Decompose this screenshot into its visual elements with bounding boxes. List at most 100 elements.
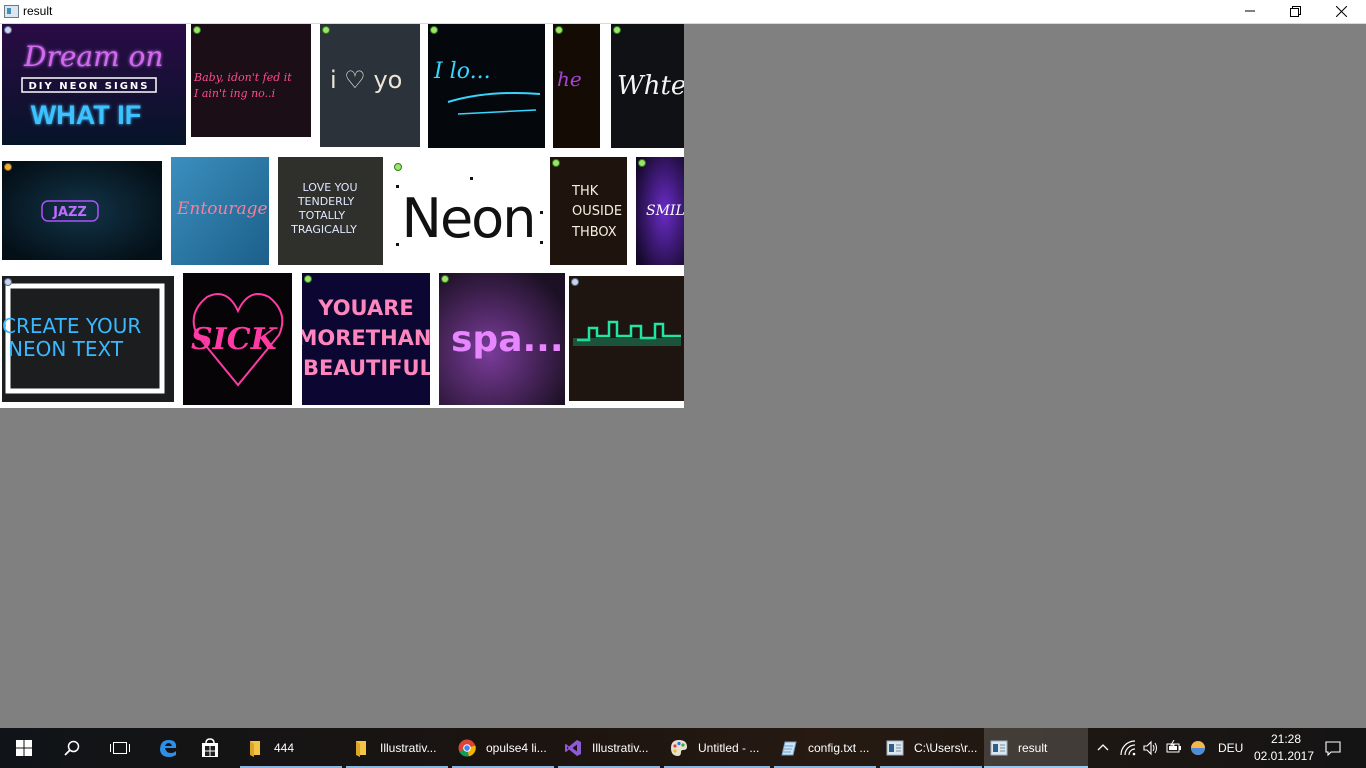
taskbar-task-444[interactable]: 444 xyxy=(240,728,342,768)
minimize-button[interactable] xyxy=(1227,0,1273,22)
tile-text: Baby, idon't fed it xyxy=(193,71,292,84)
thumbnail-neon-logo[interactable]: Neon xyxy=(392,161,544,265)
thumbnail-space[interactable]: spa... xyxy=(439,273,565,405)
tile-text: Dream on xyxy=(23,40,163,73)
taskbar-task-illustrativ-folder[interactable]: Illustrativ... xyxy=(346,728,448,768)
chevron-up-icon[interactable] xyxy=(1095,740,1111,756)
task-label: Untitled - ... xyxy=(698,741,760,755)
selection-marker xyxy=(571,278,579,286)
console-icon xyxy=(886,740,904,756)
thumbnail-beautiful[interactable]: YOUARE MORETHAN BEAUTIFUL xyxy=(302,273,430,405)
thumbnail-entourage[interactable]: Entourage xyxy=(171,157,269,265)
battery-icon[interactable] xyxy=(1166,740,1182,756)
task-label: Illustrativ... xyxy=(380,741,437,755)
task-label: result xyxy=(1018,741,1048,755)
restore-icon xyxy=(1289,5,1301,17)
start-button[interactable] xyxy=(0,728,48,768)
visual-studio-icon xyxy=(565,740,581,756)
selection-marker xyxy=(441,275,449,283)
restore-button[interactable] xyxy=(1272,0,1318,22)
thumbnail-jazz[interactable]: JAZZ xyxy=(2,161,162,260)
tile-text: SICK xyxy=(191,322,279,357)
tile-text: I ain't ing no..i xyxy=(193,87,275,100)
task-view-icon xyxy=(110,742,130,754)
app-window-icon xyxy=(990,740,1008,756)
thumbnail-sick[interactable]: SICK xyxy=(183,273,292,405)
input-language-indicator[interactable]: DEU xyxy=(1218,741,1243,755)
taskbar-pinned-edge[interactable] xyxy=(144,728,192,768)
tile-text: TOTALLY xyxy=(298,209,346,222)
action-center-icon[interactable] xyxy=(1325,740,1341,756)
wifi-icon[interactable] xyxy=(1120,740,1136,756)
selection-marker xyxy=(555,26,563,34)
tile-text: Whte xyxy=(617,71,684,101)
thumbnail-i-love[interactable]: I lo... xyxy=(428,24,545,148)
search-icon xyxy=(64,740,80,756)
task-label: Illustrativ... xyxy=(592,741,649,755)
selection-marker xyxy=(4,26,12,34)
tile-text: THK xyxy=(571,184,599,199)
tile-text: TENDERLY xyxy=(297,195,355,208)
search-button[interactable] xyxy=(48,728,96,768)
tile-text: BEAUTIFUL xyxy=(303,356,430,380)
thumbnail-create-neon[interactable]: CREATE YOUR NEON TEXT xyxy=(2,276,174,402)
taskbar-task-notepad[interactable]: config.txt ... xyxy=(774,728,876,768)
thumbnail-smile[interactable]: SMILE xyxy=(636,157,684,265)
thumbnail-think-outside[interactable]: THK OUSIDE THBOX xyxy=(550,157,627,265)
volume-icon[interactable] xyxy=(1143,740,1159,756)
taskbar-task-chrome[interactable]: opulse4 li... xyxy=(452,728,554,768)
store-icon xyxy=(202,738,218,757)
notepad-icon xyxy=(781,741,797,756)
taskbar: 444 Illustrativ... opulse4 li... Illustr… xyxy=(0,728,1366,768)
clock-date[interactable]: 02.01.2017 xyxy=(1252,749,1316,763)
taskbar-pinned-store[interactable] xyxy=(186,728,234,768)
tile-text: TRAGICALLY xyxy=(290,223,357,236)
folder-icon xyxy=(356,741,366,757)
tile-text: MORETHAN xyxy=(302,326,430,350)
image-mosaic: Dream on DIY NEON SIGNS WHAT IF Baby, id… xyxy=(0,24,684,408)
tile-text: SMILE xyxy=(646,203,684,219)
selection-marker xyxy=(394,163,402,171)
result-canvas: Dream on DIY NEON SIGNS WHAT IF Baby, id… xyxy=(0,24,1366,728)
tile-text: WHAT IF xyxy=(31,100,141,130)
thumbnail-hello[interactable]: he xyxy=(553,24,606,148)
tile-text: OUSIDE xyxy=(572,204,622,219)
taskbar-task-console[interactable]: C:\Users\r... xyxy=(880,728,982,768)
thumbnail-i-love-you[interactable]: i ♡ yo xyxy=(320,24,420,147)
thumbnail-dream-on[interactable]: Dream on DIY NEON SIGNS WHAT IF xyxy=(2,24,186,145)
tile-text: DIY NEON SIGNS xyxy=(29,81,150,92)
task-label: opulse4 li... xyxy=(486,741,547,755)
task-view-button[interactable] xyxy=(96,728,144,768)
tile-text: i ♡ yo xyxy=(330,66,402,94)
thumbnail-white[interactable]: Whte xyxy=(611,24,684,148)
tile-text: Entourage xyxy=(176,199,268,219)
selection-marker xyxy=(193,26,201,34)
task-label: config.txt ... xyxy=(808,741,870,755)
tile-text: LOVE YOU xyxy=(303,181,358,194)
taskbar-task-paint[interactable]: Untitled - ... xyxy=(664,728,770,768)
close-icon xyxy=(1335,5,1347,17)
thumbnail-love-you-tenderly[interactable]: LOVE YOU TENDERLY TOTALLY TRAGICALLY xyxy=(278,157,383,265)
close-button[interactable] xyxy=(1318,0,1364,22)
task-label: 444 xyxy=(274,741,295,755)
thumbnail-skyline[interactable] xyxy=(569,276,684,401)
taskbar-task-visual-studio[interactable]: Illustrativ... xyxy=(558,728,660,768)
title-bar[interactable]: result xyxy=(0,0,1366,24)
window-title: result xyxy=(23,4,53,18)
app-window-icon xyxy=(4,5,19,18)
tile-text: NEON TEXT xyxy=(8,337,124,361)
selection-marker xyxy=(4,278,12,286)
selection-marker xyxy=(552,159,560,167)
clock-time[interactable]: 21:28 xyxy=(1266,732,1306,746)
thumbnail-baby[interactable]: Baby, idon't fed it I ain't ing no..i xyxy=(191,24,311,145)
paint-icon xyxy=(671,740,687,756)
tile-text: YOUARE xyxy=(317,296,413,320)
task-label: C:\Users\r... xyxy=(914,741,978,755)
tile-text: he xyxy=(557,67,582,91)
taskbar-task-result[interactable]: result xyxy=(984,728,1088,768)
selection-marker xyxy=(638,159,646,167)
folder-icon xyxy=(250,741,260,757)
tile-text: Neon xyxy=(402,187,535,250)
chrome-icon xyxy=(458,739,476,757)
tray-app-icon[interactable] xyxy=(1190,740,1206,756)
